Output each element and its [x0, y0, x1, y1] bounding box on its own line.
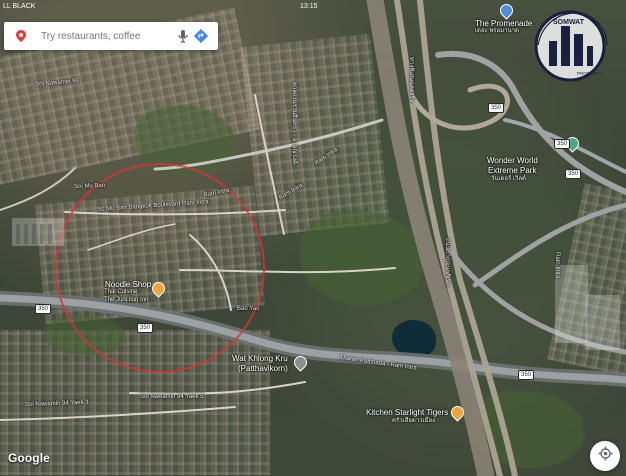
watermark-line-1: SOMWAT	[553, 19, 585, 26]
road-label: Ram Intra	[554, 252, 560, 279]
building-dots	[12, 218, 620, 350]
route-shield: 350	[488, 103, 505, 113]
route-shield: 350	[137, 323, 154, 333]
local-road	[129, 381, 306, 395]
local-road	[179, 267, 396, 274]
local-road	[0, 167, 76, 211]
noodle-shop-sub-label: Thai Cuisine	[104, 289, 138, 295]
my-location-button[interactable]	[590, 441, 620, 471]
promenade-thai-label: เดอะ พรอมานาด	[475, 28, 519, 34]
kitchen-label: Kitchen Starlight Tigers	[366, 408, 449, 417]
watermark-line-2: PROPERTY	[577, 71, 602, 76]
temple-sub-label: (Patthavikorn)	[238, 364, 288, 373]
road-label: Soi Mu Ban	[74, 182, 106, 190]
route-shield: 350	[35, 304, 52, 314]
wonder-world-thai-label: วันเดอร์ เวิลด์	[491, 176, 526, 182]
wonder-world-label: Extreme Park	[488, 166, 537, 175]
google-logo: Google	[8, 451, 50, 465]
search-placeholder: Try restaurants, coffee	[41, 30, 141, 42]
road-label: ทางพิเศษฉลองรัช	[408, 57, 414, 103]
road-label: ทางด่วนรามอินทรา - อาจณรงค์	[291, 82, 297, 164]
search-box[interactable]: Try restaurants, coffee	[4, 22, 218, 50]
carrier-label: LL BLACK	[3, 3, 36, 10]
road-label: Soi Nawamin 94 Yaek 5	[140, 394, 204, 400]
main-expressway	[0, 291, 626, 387]
noodle-shop-sub-label: The Junction Inn	[104, 297, 149, 303]
north-south-expressway	[366, 0, 495, 476]
local-road	[189, 234, 232, 311]
road-label: Bao Yao	[237, 306, 260, 312]
kitchen-thai-label: ครัวเสือดาวเมือง	[392, 418, 436, 424]
crosshair-icon	[598, 446, 613, 466]
microphone-icon[interactable]	[174, 27, 192, 45]
local-road	[254, 94, 285, 235]
map-view[interactable]: LL BLACK 13:15 Try restaurants, coffee S…	[0, 0, 626, 476]
road-label: ถนนกาญจนาภิเษก	[444, 238, 450, 287]
route-shield: 350	[554, 139, 571, 149]
local-road	[87, 223, 176, 251]
route-shield: 350	[565, 169, 582, 179]
directions-icon[interactable]	[192, 27, 210, 45]
interchange-ramp	[472, 202, 626, 288]
local-road	[0, 406, 236, 421]
watermark-logo: SOMWAT PROPERTY	[531, 8, 623, 85]
time-label: 13:15	[300, 3, 318, 10]
route-shield: 350	[518, 370, 535, 380]
maps-logo-icon	[12, 27, 30, 45]
